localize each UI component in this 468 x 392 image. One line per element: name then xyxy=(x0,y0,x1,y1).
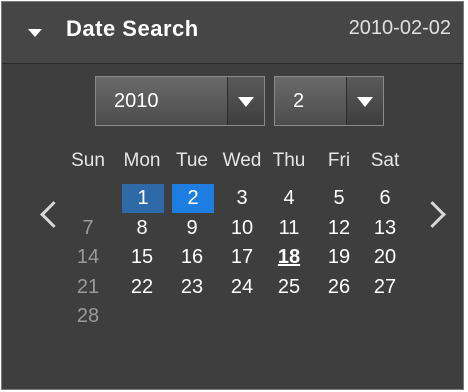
calendar-day[interactable]: 5 xyxy=(322,184,356,213)
selected-date-readout: 2010-02-02 xyxy=(348,17,451,39)
calendar-day[interactable]: 1 xyxy=(122,184,164,213)
calendar-day[interactable]: 6 xyxy=(368,184,402,213)
collapse-triangle-icon[interactable] xyxy=(28,29,42,37)
calendar-day[interactable]: 24 xyxy=(225,273,259,302)
calendar-day[interactable]: 26 xyxy=(322,273,356,302)
weekday-header-row: Sun Mon Tue Wed Thu Fri Sat xyxy=(2,150,463,174)
date-search-panel: Date Search 2010-02-02 2010 2 Sun Mon Tu… xyxy=(1,1,464,390)
panel-title: Date Search xyxy=(66,16,199,41)
calendar-day: 28 xyxy=(76,305,100,327)
year-dropdown-button[interactable] xyxy=(227,77,264,125)
calendar-day[interactable]: 18 xyxy=(272,243,306,272)
calendar-day[interactable]: 25 xyxy=(272,273,306,302)
calendar-day[interactable]: 4 xyxy=(272,184,306,213)
year-select[interactable]: 2010 xyxy=(95,76,265,126)
weekday-label: Mon xyxy=(123,150,161,171)
month-select[interactable]: 2 xyxy=(274,76,384,126)
calendar-day[interactable]: 17 xyxy=(225,243,259,272)
calendar-day[interactable]: 3 xyxy=(225,184,259,213)
calendar-day[interactable]: 23 xyxy=(175,273,209,302)
calendar-day[interactable]: 10 xyxy=(225,214,259,243)
next-month-chevron-right-icon[interactable] xyxy=(427,198,447,232)
calendar-day[interactable]: 19 xyxy=(322,243,356,272)
calendar-day[interactable]: 2 xyxy=(172,184,214,213)
month-select-value: 2 xyxy=(293,90,305,112)
panel-header: Date Search 2010-02-02 xyxy=(2,2,463,64)
calendar-day[interactable]: 11 xyxy=(272,214,306,243)
weekday-label: Fri xyxy=(327,150,351,171)
weekday-label: Sun xyxy=(71,150,105,171)
dropdown-triangle-icon xyxy=(357,97,373,107)
year-select-value: 2010 xyxy=(114,90,159,112)
calendar-day[interactable]: 15 xyxy=(125,243,159,272)
weekday-label: Wed xyxy=(222,150,262,171)
prev-month-chevron-left-icon[interactable] xyxy=(38,198,58,232)
calendar-day[interactable]: 16 xyxy=(175,243,209,272)
calendar-day: 14 xyxy=(76,246,100,268)
weekday-label: Sat xyxy=(370,150,400,171)
dropdown-triangle-icon xyxy=(238,97,254,107)
calendar-day[interactable]: 12 xyxy=(322,214,356,243)
weekday-label: Thu xyxy=(272,150,306,171)
calendar-day: 7 xyxy=(82,216,94,239)
calendar-day[interactable]: 20 xyxy=(368,243,402,272)
calendar-day[interactable]: 27 xyxy=(368,273,402,302)
calendar-day[interactable]: 22 xyxy=(125,273,159,302)
calendar-day[interactable]: 8 xyxy=(125,214,159,243)
calendar-day[interactable]: 13 xyxy=(368,214,402,243)
month-dropdown-button[interactable] xyxy=(346,77,383,125)
weekday-label: Tue xyxy=(175,150,209,171)
calendar-day: 21 xyxy=(76,275,100,298)
calendar-day[interactable]: 9 xyxy=(175,214,209,243)
